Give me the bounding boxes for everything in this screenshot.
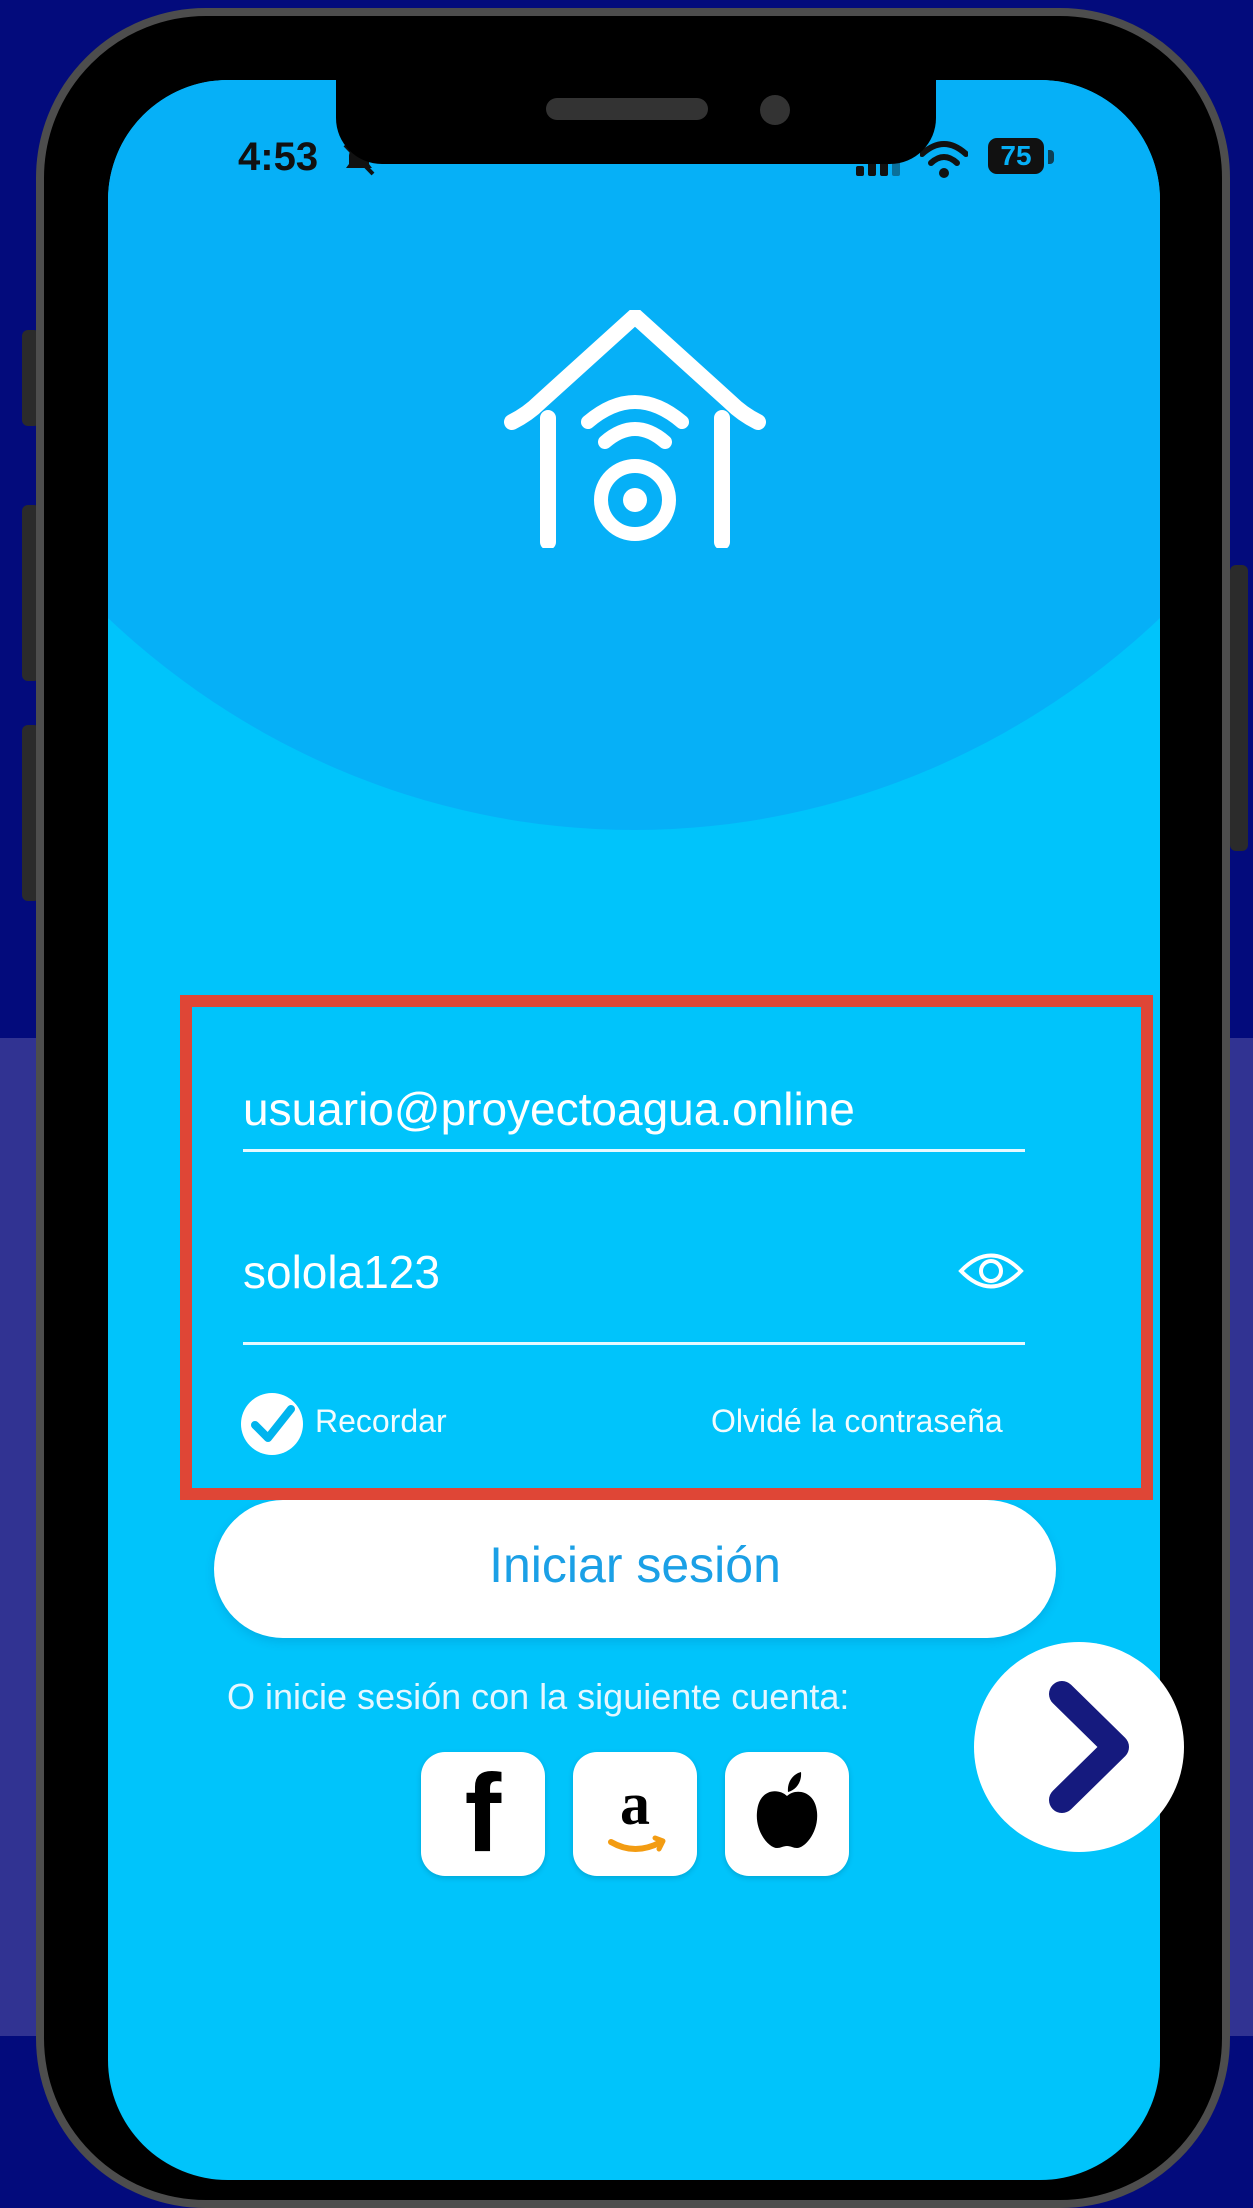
logo-house-wifi-icon xyxy=(504,310,766,548)
status-time: 4:53 xyxy=(238,135,319,179)
login-button[interactable]: Iniciar sesión xyxy=(214,1500,1056,1638)
phone-power-button xyxy=(1230,565,1248,851)
login-form-highlight xyxy=(180,995,1153,1500)
apple-login-button[interactable] xyxy=(725,1752,849,1876)
amazon-smile xyxy=(608,1835,666,1852)
wifi-icon xyxy=(920,141,968,178)
chevron-right-icon xyxy=(1049,1681,1129,1813)
battery-icon: 75 xyxy=(988,138,1044,174)
front-camera xyxy=(760,95,790,125)
battery-tip xyxy=(1048,150,1054,164)
phone-notch xyxy=(336,64,936,164)
amazon-login-button[interactable]: a xyxy=(573,1752,697,1876)
next-button[interactable] xyxy=(974,1642,1184,1852)
facebook-login-button[interactable]: f xyxy=(421,1752,545,1876)
apple-icon xyxy=(756,1772,818,1848)
speaker-grille xyxy=(546,98,708,120)
alt-login-text: O inicie sesión con la siguiente cuenta: xyxy=(227,1676,850,1717)
facebook-icon: f xyxy=(464,1752,502,1875)
